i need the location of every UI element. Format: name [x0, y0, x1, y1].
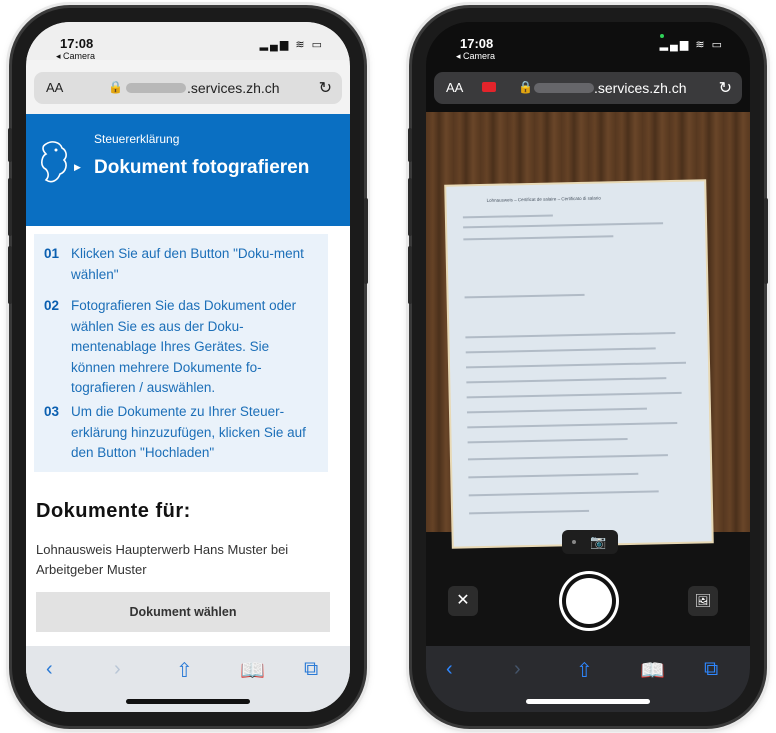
document-line: [464, 293, 585, 299]
page-header: ▶ Steuererklärung Dokument fotografieren: [26, 114, 350, 226]
document-line: [463, 235, 614, 241]
status-bar: 17:08 ◂ Camera ▂▄▆ ≋ ▭: [426, 22, 750, 62]
redacted-subdomain: [126, 83, 186, 93]
power-button: [764, 198, 768, 284]
silent-switch: [8, 128, 12, 162]
document-header-text: Lohnausweis – Certificat de salaire – Ce…: [486, 195, 601, 203]
redacted-subdomain: [534, 83, 594, 93]
back-to-camera-link[interactable]: ◂ Camera: [456, 51, 495, 62]
reload-icon[interactable]: ↻: [719, 78, 732, 98]
step-text: Klicken Sie auf den Button "Doku-ment wä…: [71, 246, 304, 282]
instructions-box: 01 Klicken Sie auf den Button "Doku-ment…: [34, 234, 328, 472]
status-bar: 17:08 ◂ Camera ▂▄▆ ≋ ▭: [26, 22, 350, 62]
forward-icon[interactable]: ›: [514, 658, 521, 681]
tabs-icon[interactable]: ⧉: [304, 658, 318, 681]
back-icon[interactable]: ‹: [446, 658, 453, 681]
shutter-button[interactable]: [566, 578, 612, 624]
screen: 17:08 ◂ Camera ▂▄▆ ≋ ▭ AA 🔒 .services.zh…: [26, 22, 350, 712]
camera-viewfinder: Lohnausweis – Certificat de salaire – Ce…: [426, 112, 750, 646]
reader-aa-button[interactable]: AA: [446, 80, 463, 95]
bookmarks-icon[interactable]: 📖: [640, 658, 665, 683]
status-time: 17:08: [460, 36, 494, 51]
document-line: [469, 509, 590, 515]
bookmarks-icon[interactable]: 📖: [240, 658, 265, 683]
step-number: 03: [44, 404, 60, 419]
status-icons: ▂▄▆ ≋ ▭: [659, 39, 724, 51]
lock-icon: 🔒: [108, 80, 123, 94]
home-indicator[interactable]: [526, 699, 650, 704]
volume-down-button: [408, 246, 412, 304]
home-indicator[interactable]: [126, 699, 250, 704]
step-number: 02: [44, 298, 60, 313]
url-host: .services.zh.ch: [187, 80, 280, 96]
status-time: 17:08: [60, 36, 94, 51]
address-bar[interactable]: AA 🔒 .services.zh.ch ↻: [434, 72, 742, 104]
document-line: [462, 214, 553, 219]
phone-right: 17:08 ◂ Camera ▂▄▆ ≋ ▭ AA 🔒 .services.zh…: [408, 8, 768, 726]
document-line: [466, 407, 647, 414]
phone-left: 17:08 ◂ Camera ▂▄▆ ≋ ▭ AA 🔒 .services.zh…: [8, 8, 368, 726]
document-line: [466, 391, 682, 399]
volume-up-button: [8, 178, 12, 236]
zurich-lion-icon: [41, 141, 67, 183]
volume-up-button: [408, 178, 412, 236]
photographed-document: Lohnausweis – Certificat de salaire – Ce…: [446, 181, 712, 547]
browser-toolbar: ‹ › ⇧ 📖 ⧉: [426, 646, 750, 712]
document-line: [466, 361, 687, 369]
page-title: Dokument fotografieren: [94, 157, 310, 178]
back-to-camera-link[interactable]: ◂ Camera: [56, 51, 95, 62]
document-line: [465, 347, 656, 354]
tabs-icon[interactable]: ⧉: [704, 658, 718, 681]
address-bar[interactable]: AA 🔒 .services.zh.ch ↻: [34, 72, 342, 104]
reload-icon[interactable]: ↻: [319, 78, 332, 98]
document-line: [467, 421, 678, 429]
document-line: [468, 472, 639, 479]
share-icon[interactable]: ⇧: [576, 658, 593, 683]
camera-recording-icon: [482, 82, 496, 92]
document-line: [468, 490, 659, 497]
documents-description: Lohnausweis Haupterwerb Hans Muster bei …: [36, 542, 289, 577]
camera-icon: 📷: [590, 534, 607, 549]
document-line: [465, 331, 676, 339]
lock-icon: 🔒: [518, 80, 533, 94]
step-number: 01: [44, 246, 60, 261]
document-line: [467, 454, 668, 461]
forward-icon[interactable]: ›: [114, 658, 121, 681]
step-text: Fotografieren Sie das Dokument oder wähl…: [71, 298, 297, 395]
reader-aa-button[interactable]: AA: [46, 80, 63, 95]
crest-marker-icon: ▶: [74, 162, 81, 172]
document-line: [467, 437, 628, 444]
document-line: [466, 377, 667, 384]
back-icon[interactable]: ‹: [46, 658, 53, 681]
status-icons: ▂▄▆ ≋ ▭: [259, 39, 324, 51]
browser-toolbar: ‹ › ⇧ 📖 ⧉: [26, 646, 350, 712]
document-line: [463, 222, 664, 229]
camera-mode-selector[interactable]: 📷: [562, 530, 618, 554]
silent-switch: [408, 128, 412, 162]
page-content: 01 Klicken Sie auf den Button "Doku-ment…: [26, 226, 350, 646]
close-camera-button[interactable]: ✕: [448, 586, 478, 616]
page-kicker: Steuererklärung: [94, 132, 180, 146]
step-text: Um die Dokumente zu Ihrer Steuer-erkläru…: [71, 404, 306, 460]
volume-down-button: [8, 246, 12, 304]
screen: 17:08 ◂ Camera ▂▄▆ ≋ ▭ AA 🔒 .services.zh…: [426, 22, 750, 712]
mode-dot: [572, 540, 576, 544]
power-button: [364, 198, 368, 284]
choose-document-button[interactable]: Dokument wählen: [36, 592, 330, 632]
documents-heading: Dokumente für:: [36, 500, 191, 522]
photo-library-button[interactable]: 🖼: [688, 586, 718, 616]
share-icon[interactable]: ⇧: [176, 658, 193, 683]
url-host: .services.zh.ch: [594, 80, 687, 96]
